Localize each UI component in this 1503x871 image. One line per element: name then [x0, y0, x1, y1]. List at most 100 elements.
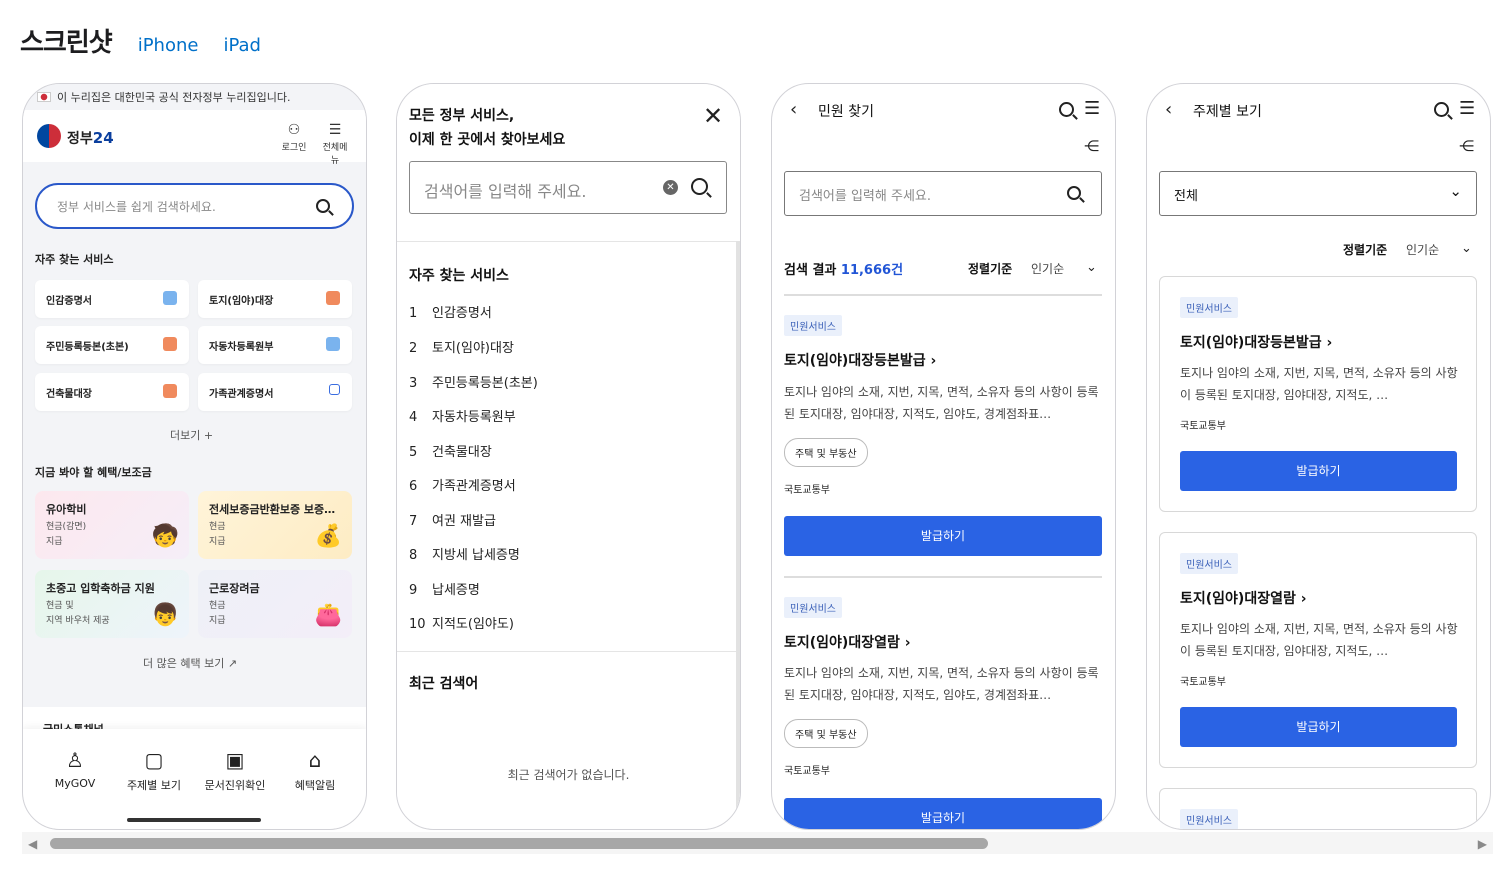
list-item[interactable]: 2 토지(임야)대장 — [409, 337, 514, 356]
sort-dropdown[interactable]: 인기순 — [1406, 241, 1439, 258]
recent-searches-title: 최근 검색어 — [409, 676, 479, 692]
service-item[interactable]: 주민등록등본(초본) — [35, 326, 189, 364]
search-icon[interactable] — [1059, 102, 1074, 117]
document-icon — [326, 291, 340, 305]
topic-tag[interactable]: 주택 및 부동산 — [784, 438, 868, 467]
screenshot-search: 모든 정부 서비스, 이제 한 곳에서 찾아보세요 ✕ 검색어를 입력해 주세요.… — [396, 83, 741, 830]
user-icon: ⚇ — [287, 122, 301, 138]
more-benefits-link[interactable]: 더 많은 혜택 보기 ↗ — [143, 655, 237, 671]
benefit-card[interactable]: 근로장려금 현금 지급 👛 — [198, 570, 352, 638]
issue-button[interactable]: 발급하기 — [1180, 707, 1457, 747]
screenshot-home: 이 누리집은 대한민국 공식 전자정부 누리집입니다. 정부24 ⚇ 로그인 ☰ 전… — [22, 83, 367, 830]
scrollbar[interactable] — [736, 241, 740, 829]
bottom-nav: ♙ MyGOV ▢ 주제별 보기 ▣ 문서진위확인 ⌂ 혜택알림 — [23, 729, 366, 829]
back-icon[interactable]: ‹ — [790, 99, 797, 120]
doc-verify-icon: ▣ — [225, 748, 245, 772]
card-description: 토지나 임야의 소재, 지번, 지목, 면적, 소유자 등의 사항이 등록된 토… — [784, 385, 1099, 421]
frequent-services-title: 자주 찾는 서비스 — [409, 268, 509, 284]
benefit-card[interactable]: 초중고 입학축하금 지원 현금 및 지역 바우처 제공 👦 — [35, 570, 189, 638]
hamburger-icon[interactable]: ☰ — [1459, 99, 1475, 119]
topic-icon: ▢ — [144, 748, 164, 772]
scroll-left-icon[interactable]: ◀ — [28, 837, 37, 851]
agency-name: 국토교통부 — [784, 485, 830, 496]
close-icon[interactable]: ✕ — [703, 104, 723, 128]
screenshot-topics: ‹ 주제별 보기 ☰ ⋲ 전체 ⌄ 정렬기준 인기순 ⌄ 민원서비스 토지(임야)… — [1146, 83, 1491, 830]
money-illustration-icon: 💰 — [314, 524, 342, 549]
service-item[interactable]: 인감증명서 — [35, 280, 189, 318]
sort-dropdown[interactable]: 인기순 — [1031, 260, 1064, 277]
service-card[interactable]: 민원서비스 토지(임야)대장등본발급 › 토지나 임야의 소재, 지번, 지목,… — [1159, 276, 1477, 512]
list-item[interactable]: 5 건축물대장 — [409, 441, 492, 460]
share-icon[interactable]: ⋲ — [1459, 136, 1474, 156]
service-card[interactable]: 민원서비스 — [1159, 788, 1477, 829]
horizontal-scrollbar[interactable]: ◀ ▶ — [22, 832, 1493, 854]
nav-topics[interactable]: ▢ 주제별 보기 — [119, 749, 189, 793]
search-input[interactable]: 정부 서비스를 쉽게 검색하세요. — [35, 183, 354, 229]
list-item[interactable]: 3 주민등록등본(초본) — [409, 372, 538, 391]
nav-doc-verify[interactable]: ▣ 문서진위확인 — [200, 749, 270, 793]
agency-name: 국토교통부 — [1180, 421, 1226, 432]
list-item[interactable]: 8 지방세 납세증명 — [409, 544, 520, 563]
service-item[interactable]: 토지(임야)대장 — [198, 280, 352, 318]
app-header: 정부24 ⚇ 로그인 ☰ 전체메뉴 — [23, 110, 366, 166]
clear-icon[interactable]: ✕ — [663, 180, 678, 195]
card-title[interactable]: 토지(임야)대장열람 › — [784, 632, 910, 652]
result-count: 검색 결과 11,666건 — [784, 263, 904, 278]
service-card[interactable]: 민원서비스 토지(임야)대장열람 › 토지나 임야의 소재, 지번, 지목, 면… — [1159, 532, 1477, 768]
hamburger-icon[interactable]: ☰ — [1084, 99, 1100, 119]
topic-select[interactable]: 전체 ⌄ — [1159, 171, 1477, 216]
search-icon[interactable] — [691, 178, 708, 195]
tab-ipad[interactable]: iPad — [223, 35, 261, 56]
service-item[interactable]: 가족관계증명서 — [198, 373, 352, 411]
list-item[interactable]: 10 지적도(임야도) — [409, 613, 514, 632]
chevron-down-icon[interactable]: ⌄ — [1086, 258, 1097, 278]
issue-button[interactable]: 발급하기 — [1180, 451, 1457, 491]
chevron-down-icon[interactable]: ⌄ — [1461, 239, 1472, 259]
document-icon — [163, 384, 177, 398]
frequent-services-title: 자주 찾는 서비스 — [35, 253, 114, 266]
benefit-card[interactable]: 유아학비 현금(감면) 지급 🧒 — [35, 491, 189, 559]
search-input[interactable]: 검색어를 입력해 주세요. — [784, 171, 1102, 216]
menu-button[interactable]: ☰ 전체메뉴 — [319, 122, 351, 166]
agency-name: 국토교통부 — [784, 766, 830, 777]
gov24-logo: 정부24 — [67, 129, 114, 147]
frequent-services-list: 자주 찾는 서비스 1 인감증명서 2 토지(임야)대장 3 주민등록등본(초본) 4… — [397, 241, 740, 651]
card-title[interactable]: 토지(임야)대장등본발급 › — [1180, 332, 1332, 352]
list-item[interactable]: 1 인감증명서 — [409, 302, 492, 321]
topic-tag[interactable]: 주택 및 부동산 — [784, 719, 868, 748]
benefit-card[interactable]: 전세보증금반환보증 보증… 현금 지급 💰 — [198, 491, 352, 559]
gov24-logo-icon — [37, 124, 61, 148]
recent-searches: 최근 검색어 최근 검색어가 없습니다. — [397, 651, 740, 829]
service-item[interactable]: 건축물대장 — [35, 373, 189, 411]
list-item[interactable]: 9 납세증명 — [409, 579, 480, 598]
gift-icon: ⌂ — [308, 748, 322, 772]
scroll-right-icon[interactable]: ▶ — [1478, 837, 1487, 851]
list-item[interactable]: 4 자동차등록원부 — [409, 406, 516, 425]
tab-iphone[interactable]: iPhone — [138, 35, 199, 56]
service-item[interactable]: 자동차등록원부 — [198, 326, 352, 364]
benefits-title: 지금 봐야 할 혜택/보조금 — [35, 466, 152, 479]
issue-button[interactable]: 발급하기 — [784, 798, 1102, 829]
category-badge: 민원서비스 — [784, 315, 842, 336]
more-services-link[interactable]: 더보기 + — [170, 427, 213, 443]
category-badge: 민원서비스 — [1180, 297, 1238, 318]
list-item[interactable]: 6 가족관계증명서 — [409, 475, 516, 494]
login-button[interactable]: ⚇ 로그인 — [278, 122, 310, 153]
share-icon[interactable]: ⋲ — [1084, 136, 1099, 156]
page-title: 민원 찾기 — [818, 104, 874, 120]
scrollbar-thumb[interactable] — [50, 838, 988, 849]
search-input[interactable]: 검색어를 입력해 주세요. ✕ — [409, 161, 727, 214]
nav-benefit-alert[interactable]: ⌂ 혜택알림 — [280, 749, 350, 793]
list-item[interactable]: 7 여권 재발급 — [409, 510, 496, 529]
back-icon[interactable]: ‹ — [1165, 99, 1172, 120]
issue-button[interactable]: 발급하기 — [784, 516, 1102, 556]
card-title[interactable]: 토지(임야)대장등본발급 › — [784, 350, 936, 370]
search-icon[interactable] — [1434, 102, 1449, 117]
category-badge: 민원서비스 — [784, 597, 842, 618]
hamburger-icon: ☰ — [328, 122, 342, 138]
search-header: 모든 정부 서비스, 이제 한 곳에서 찾아보세요 ✕ 검색어를 입력해 주세요.… — [397, 84, 740, 241]
search-icon — [316, 199, 330, 213]
page-title: 주제별 보기 — [1193, 104, 1262, 120]
nav-mygov[interactable]: ♙ MyGOV — [40, 749, 110, 790]
card-title[interactable]: 토지(임야)대장열람 › — [1180, 588, 1306, 608]
